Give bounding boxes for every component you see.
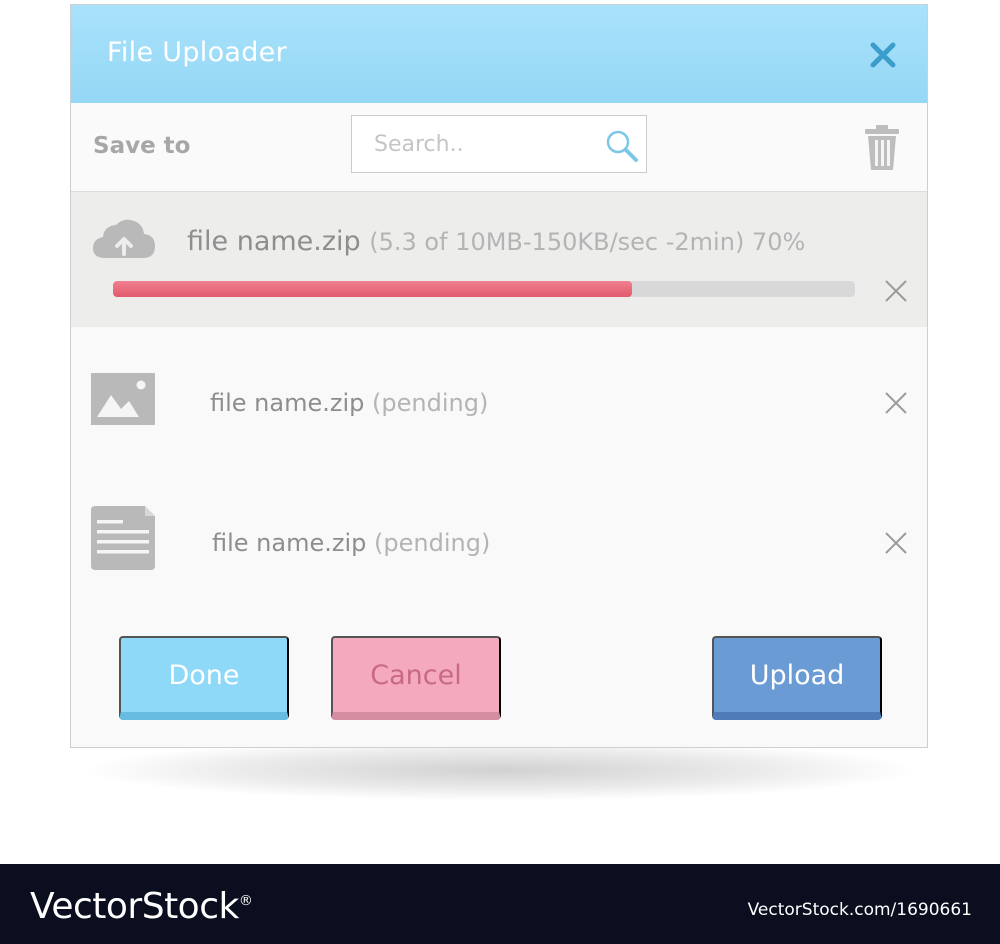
file-name-text: file name.zip: [187, 226, 361, 257]
remove-icon[interactable]: [884, 531, 908, 555]
file-name: file name.zip (pending): [212, 529, 490, 557]
footer-bar: VectorStock® VectorStock.com/1690661: [0, 864, 1000, 944]
upload-status: (pending): [374, 529, 491, 557]
file-name: file name.zip (5.3 of 10MB-150KB/sec -2m…: [187, 226, 805, 257]
vectorstock-logo: VectorStock®: [30, 886, 253, 927]
file-name-text: file name.zip: [210, 389, 365, 417]
search-box: [351, 115, 647, 173]
progress-fill: [113, 281, 633, 297]
logo-registered-mark: ®: [238, 893, 253, 909]
image-id-text: VectorStock.com/1690661: [747, 900, 972, 920]
cancel-button[interactable]: Cancel: [331, 636, 501, 720]
upload-button[interactable]: Upload: [712, 636, 882, 720]
document-file-icon: [91, 506, 155, 570]
close-icon[interactable]: [867, 39, 899, 71]
upload-status: (5.3 of 10MB-150KB/sec -2min) 70%: [369, 228, 806, 256]
remove-icon[interactable]: [884, 391, 908, 415]
upload-row-active: file name.zip (5.3 of 10MB-150KB/sec -2m…: [71, 192, 927, 327]
logo-stock-text: Stock: [141, 886, 240, 927]
trash-icon[interactable]: [864, 125, 900, 171]
upload-status: (pending): [372, 389, 489, 417]
file-name: file name.zip (pending): [210, 389, 488, 417]
progress-bar: [113, 281, 855, 297]
upload-row-pending: file name.zip (pending): [71, 335, 927, 465]
upload-row-pending: file name.zip (pending): [71, 475, 927, 605]
logo-vector-text: Vector: [30, 886, 142, 927]
search-icon[interactable]: [604, 128, 640, 164]
search-input[interactable]: [352, 116, 614, 172]
save-to-label: Save to: [93, 133, 191, 159]
cloud-upload-icon: [93, 219, 155, 258]
dialog-shadow: [90, 740, 910, 800]
file-name-text: file name.zip: [212, 529, 367, 557]
remove-icon[interactable]: [884, 279, 908, 303]
toolbar: Save to: [71, 103, 927, 192]
done-button[interactable]: Done: [119, 636, 289, 720]
file-uploader-dialog: File Uploader Save to file na: [70, 4, 928, 748]
dialog-title: File Uploader: [107, 37, 287, 68]
title-bar: File Uploader: [71, 5, 927, 104]
image-file-icon: [91, 373, 155, 425]
